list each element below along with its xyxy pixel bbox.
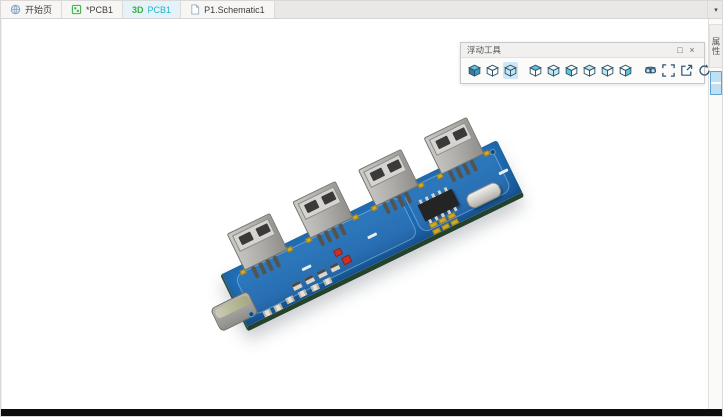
bottom-bar — [1, 409, 723, 416]
usb-slot — [238, 231, 254, 245]
shaded-view-icon[interactable] — [467, 62, 482, 79]
usb-slot — [452, 127, 468, 141]
reset-rotation-icon[interactable] — [697, 62, 712, 79]
tab-overflow-button[interactable]: ▾ — [707, 1, 723, 18]
top-view-icon[interactable] — [528, 62, 543, 79]
pcb-3d-model[interactable] — [220, 140, 524, 332]
properties-tab-label: 属性 — [710, 37, 722, 56]
tab-3d-pcb1[interactable]: 3D PCB1 — [123, 1, 181, 18]
usb-slot — [321, 191, 337, 205]
tab-pcb1[interactable]: *PCB1 — [62, 1, 123, 18]
tab-bar-filler — [275, 1, 707, 18]
export-image-icon[interactable] — [679, 62, 694, 79]
floating-tools-toolbar — [461, 58, 704, 82]
usb-opening — [429, 122, 473, 156]
smd-resistor — [273, 303, 283, 312]
usb-slot — [255, 223, 271, 237]
pcb-board-icon — [71, 4, 82, 15]
usb-c-top-face — [214, 294, 251, 319]
panel-float-button[interactable]: □ — [674, 44, 686, 56]
right-view-icon[interactable] — [618, 62, 633, 79]
usb-opening — [298, 186, 342, 220]
tab-label: 开始页 — [25, 3, 52, 16]
tab-label: *PCB1 — [86, 5, 113, 15]
3d-stereo-view-icon[interactable] — [643, 62, 658, 79]
fit-view-icon[interactable] — [661, 62, 676, 79]
usb-opening — [363, 154, 407, 188]
floating-tools-titlebar[interactable]: 浮动工具 □ × — [461, 43, 704, 58]
application-window: 开始页 *PCB1 3D PCB1 P1.Schematic1 ▾ — [0, 0, 723, 417]
floating-tools-title: 浮动工具 — [467, 44, 674, 56]
document-tab-bar: 开始页 *PCB1 3D PCB1 P1.Schematic1 ▾ — [1, 1, 723, 19]
tab-start-page[interactable]: 开始页 — [1, 1, 62, 18]
wireframe-view-icon[interactable] — [485, 62, 500, 79]
usb-opening — [232, 218, 276, 252]
tab-label: PCB1 — [148, 5, 172, 15]
document-icon — [190, 4, 200, 15]
usb-slot — [369, 167, 385, 181]
panel-close-button[interactable]: × — [686, 44, 698, 56]
front-view-icon[interactable] — [564, 62, 579, 79]
transparent-view-icon[interactable] — [503, 62, 518, 79]
3d-viewport[interactable]: 浮动工具 □ × — [1, 19, 712, 411]
usb-slot — [304, 199, 320, 213]
usb-slot — [435, 135, 451, 149]
tab-schematic1[interactable]: P1.Schematic1 — [181, 1, 275, 18]
smd-resistor — [263, 309, 273, 318]
bottom-view-icon[interactable] — [546, 62, 561, 79]
left-view-icon[interactable] — [600, 62, 615, 79]
3d-badge: 3D — [132, 5, 144, 15]
home-icon — [10, 4, 21, 15]
usb-slot — [387, 159, 403, 173]
back-view-icon[interactable] — [582, 62, 597, 79]
tab-label: P1.Schematic1 — [204, 5, 265, 15]
floating-tools-panel: 浮动工具 □ × — [460, 42, 705, 84]
